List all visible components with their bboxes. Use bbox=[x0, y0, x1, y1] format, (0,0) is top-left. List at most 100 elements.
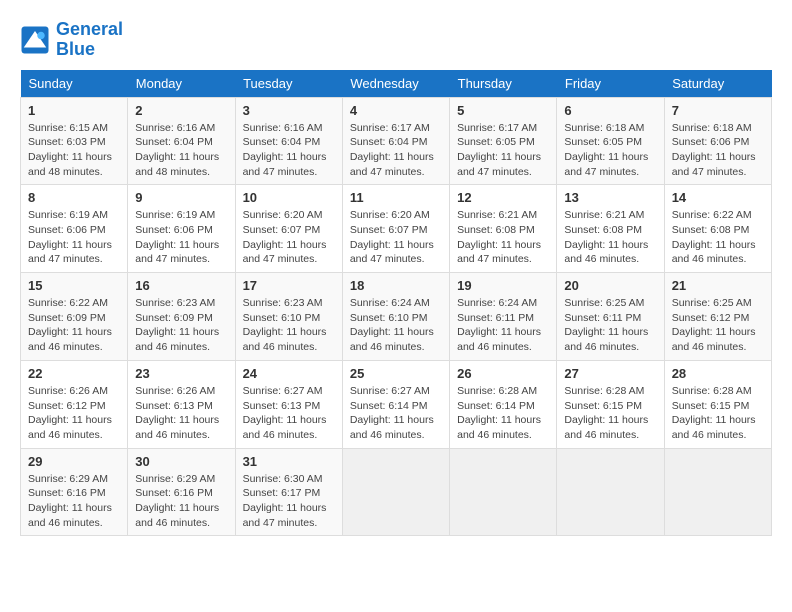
calendar-week-row: 8 Sunrise: 6:19 AM Sunset: 6:06 PM Dayli… bbox=[21, 185, 772, 273]
day-info: Sunrise: 6:17 AM Sunset: 6:05 PM Dayligh… bbox=[457, 121, 549, 180]
day-number: 20 bbox=[564, 278, 656, 293]
day-info: Sunrise: 6:15 AM Sunset: 6:03 PM Dayligh… bbox=[28, 121, 120, 180]
calendar-week-row: 22 Sunrise: 6:26 AM Sunset: 6:12 PM Dayl… bbox=[21, 360, 772, 448]
calendar-cell: 5 Sunrise: 6:17 AM Sunset: 6:05 PM Dayli… bbox=[450, 97, 557, 185]
day-info: Sunrise: 6:24 AM Sunset: 6:11 PM Dayligh… bbox=[457, 296, 549, 355]
calendar-cell: 24 Sunrise: 6:27 AM Sunset: 6:13 PM Dayl… bbox=[235, 360, 342, 448]
day-info: Sunrise: 6:30 AM Sunset: 6:17 PM Dayligh… bbox=[243, 472, 335, 531]
day-info: Sunrise: 6:28 AM Sunset: 6:15 PM Dayligh… bbox=[672, 384, 764, 443]
weekday-header-row: SundayMondayTuesdayWednesdayThursdayFrid… bbox=[21, 70, 772, 98]
day-number: 4 bbox=[350, 103, 442, 118]
day-info: Sunrise: 6:18 AM Sunset: 6:05 PM Dayligh… bbox=[564, 121, 656, 180]
page-header: General Blue bbox=[20, 20, 772, 60]
day-info: Sunrise: 6:29 AM Sunset: 6:16 PM Dayligh… bbox=[135, 472, 227, 531]
day-info: Sunrise: 6:24 AM Sunset: 6:10 PM Dayligh… bbox=[350, 296, 442, 355]
day-number: 8 bbox=[28, 190, 120, 205]
day-info: Sunrise: 6:22 AM Sunset: 6:09 PM Dayligh… bbox=[28, 296, 120, 355]
calendar-cell: 3 Sunrise: 6:16 AM Sunset: 6:04 PM Dayli… bbox=[235, 97, 342, 185]
calendar-cell: 12 Sunrise: 6:21 AM Sunset: 6:08 PM Dayl… bbox=[450, 185, 557, 273]
calendar-cell: 16 Sunrise: 6:23 AM Sunset: 6:09 PM Dayl… bbox=[128, 273, 235, 361]
day-info: Sunrise: 6:27 AM Sunset: 6:13 PM Dayligh… bbox=[243, 384, 335, 443]
day-number: 6 bbox=[564, 103, 656, 118]
day-info: Sunrise: 6:25 AM Sunset: 6:12 PM Dayligh… bbox=[672, 296, 764, 355]
calendar-week-row: 29 Sunrise: 6:29 AM Sunset: 6:16 PM Dayl… bbox=[21, 448, 772, 536]
calendar-cell: 14 Sunrise: 6:22 AM Sunset: 6:08 PM Dayl… bbox=[664, 185, 771, 273]
weekday-header: Friday bbox=[557, 70, 664, 98]
weekday-header: Sunday bbox=[21, 70, 128, 98]
logo-icon bbox=[20, 25, 50, 55]
weekday-header: Wednesday bbox=[342, 70, 449, 98]
day-info: Sunrise: 6:20 AM Sunset: 6:07 PM Dayligh… bbox=[350, 208, 442, 267]
calendar-cell bbox=[664, 448, 771, 536]
day-info: Sunrise: 6:21 AM Sunset: 6:08 PM Dayligh… bbox=[457, 208, 549, 267]
day-number: 7 bbox=[672, 103, 764, 118]
calendar-week-row: 15 Sunrise: 6:22 AM Sunset: 6:09 PM Dayl… bbox=[21, 273, 772, 361]
day-number: 27 bbox=[564, 366, 656, 381]
day-number: 16 bbox=[135, 278, 227, 293]
day-number: 26 bbox=[457, 366, 549, 381]
day-info: Sunrise: 6:19 AM Sunset: 6:06 PM Dayligh… bbox=[135, 208, 227, 267]
weekday-header: Thursday bbox=[450, 70, 557, 98]
day-number: 10 bbox=[243, 190, 335, 205]
day-info: Sunrise: 6:16 AM Sunset: 6:04 PM Dayligh… bbox=[243, 121, 335, 180]
day-number: 2 bbox=[135, 103, 227, 118]
calendar-cell: 19 Sunrise: 6:24 AM Sunset: 6:11 PM Dayl… bbox=[450, 273, 557, 361]
weekday-header: Monday bbox=[128, 70, 235, 98]
calendar-cell: 8 Sunrise: 6:19 AM Sunset: 6:06 PM Dayli… bbox=[21, 185, 128, 273]
day-info: Sunrise: 6:26 AM Sunset: 6:12 PM Dayligh… bbox=[28, 384, 120, 443]
calendar-cell: 23 Sunrise: 6:26 AM Sunset: 6:13 PM Dayl… bbox=[128, 360, 235, 448]
day-number: 22 bbox=[28, 366, 120, 381]
day-number: 15 bbox=[28, 278, 120, 293]
calendar-cell: 2 Sunrise: 6:16 AM Sunset: 6:04 PM Dayli… bbox=[128, 97, 235, 185]
calendar-cell: 22 Sunrise: 6:26 AM Sunset: 6:12 PM Dayl… bbox=[21, 360, 128, 448]
day-number: 5 bbox=[457, 103, 549, 118]
calendar-cell: 20 Sunrise: 6:25 AM Sunset: 6:11 PM Dayl… bbox=[557, 273, 664, 361]
day-number: 23 bbox=[135, 366, 227, 381]
logo: General Blue bbox=[20, 20, 123, 60]
calendar-cell: 15 Sunrise: 6:22 AM Sunset: 6:09 PM Dayl… bbox=[21, 273, 128, 361]
day-info: Sunrise: 6:20 AM Sunset: 6:07 PM Dayligh… bbox=[243, 208, 335, 267]
calendar-cell: 18 Sunrise: 6:24 AM Sunset: 6:10 PM Dayl… bbox=[342, 273, 449, 361]
logo-text: General Blue bbox=[56, 20, 123, 60]
calendar-week-row: 1 Sunrise: 6:15 AM Sunset: 6:03 PM Dayli… bbox=[21, 97, 772, 185]
calendar-cell: 11 Sunrise: 6:20 AM Sunset: 6:07 PM Dayl… bbox=[342, 185, 449, 273]
calendar-cell bbox=[450, 448, 557, 536]
calendar-cell: 6 Sunrise: 6:18 AM Sunset: 6:05 PM Dayli… bbox=[557, 97, 664, 185]
day-number: 19 bbox=[457, 278, 549, 293]
day-info: Sunrise: 6:29 AM Sunset: 6:16 PM Dayligh… bbox=[28, 472, 120, 531]
day-number: 14 bbox=[672, 190, 764, 205]
day-number: 17 bbox=[243, 278, 335, 293]
calendar-cell: 7 Sunrise: 6:18 AM Sunset: 6:06 PM Dayli… bbox=[664, 97, 771, 185]
day-number: 9 bbox=[135, 190, 227, 205]
day-info: Sunrise: 6:16 AM Sunset: 6:04 PM Dayligh… bbox=[135, 121, 227, 180]
day-number: 13 bbox=[564, 190, 656, 205]
day-info: Sunrise: 6:22 AM Sunset: 6:08 PM Dayligh… bbox=[672, 208, 764, 267]
day-number: 29 bbox=[28, 454, 120, 469]
day-number: 11 bbox=[350, 190, 442, 205]
day-number: 31 bbox=[243, 454, 335, 469]
day-number: 30 bbox=[135, 454, 227, 469]
day-number: 1 bbox=[28, 103, 120, 118]
day-number: 12 bbox=[457, 190, 549, 205]
calendar-cell: 4 Sunrise: 6:17 AM Sunset: 6:04 PM Dayli… bbox=[342, 97, 449, 185]
day-info: Sunrise: 6:19 AM Sunset: 6:06 PM Dayligh… bbox=[28, 208, 120, 267]
day-number: 24 bbox=[243, 366, 335, 381]
day-number: 21 bbox=[672, 278, 764, 293]
calendar-cell bbox=[342, 448, 449, 536]
calendar-cell: 10 Sunrise: 6:20 AM Sunset: 6:07 PM Dayl… bbox=[235, 185, 342, 273]
day-info: Sunrise: 6:28 AM Sunset: 6:15 PM Dayligh… bbox=[564, 384, 656, 443]
weekday-header: Saturday bbox=[664, 70, 771, 98]
day-info: Sunrise: 6:18 AM Sunset: 6:06 PM Dayligh… bbox=[672, 121, 764, 180]
calendar-cell: 30 Sunrise: 6:29 AM Sunset: 6:16 PM Dayl… bbox=[128, 448, 235, 536]
calendar-cell: 29 Sunrise: 6:29 AM Sunset: 6:16 PM Dayl… bbox=[21, 448, 128, 536]
day-info: Sunrise: 6:25 AM Sunset: 6:11 PM Dayligh… bbox=[564, 296, 656, 355]
calendar-cell: 26 Sunrise: 6:28 AM Sunset: 6:14 PM Dayl… bbox=[450, 360, 557, 448]
day-info: Sunrise: 6:17 AM Sunset: 6:04 PM Dayligh… bbox=[350, 121, 442, 180]
weekday-header: Tuesday bbox=[235, 70, 342, 98]
day-number: 18 bbox=[350, 278, 442, 293]
day-info: Sunrise: 6:26 AM Sunset: 6:13 PM Dayligh… bbox=[135, 384, 227, 443]
calendar-cell: 1 Sunrise: 6:15 AM Sunset: 6:03 PM Dayli… bbox=[21, 97, 128, 185]
day-number: 3 bbox=[243, 103, 335, 118]
calendar-cell: 28 Sunrise: 6:28 AM Sunset: 6:15 PM Dayl… bbox=[664, 360, 771, 448]
day-info: Sunrise: 6:23 AM Sunset: 6:10 PM Dayligh… bbox=[243, 296, 335, 355]
